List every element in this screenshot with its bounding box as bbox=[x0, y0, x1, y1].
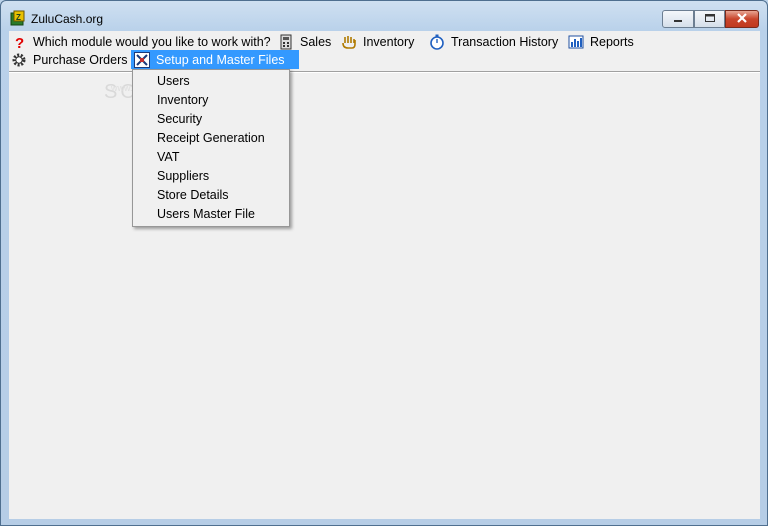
stopwatch-icon bbox=[429, 34, 445, 50]
maximize-icon bbox=[704, 12, 716, 26]
menu-item-purchase-orders[interactable]: Purchase Orders bbox=[11, 50, 127, 69]
menu-item-label: Which module would you like to work with… bbox=[33, 34, 271, 49]
menu-item-inventory[interactable]: Inventory bbox=[341, 32, 414, 51]
menu-item-label: Setup and Master Files bbox=[156, 52, 285, 67]
close-icon bbox=[736, 12, 748, 26]
question-icon: ? bbox=[11, 34, 27, 50]
menu-bar-divider-highlight bbox=[9, 72, 760, 73]
minimize-button[interactable] bbox=[662, 10, 694, 28]
menu-item-label: Inventory bbox=[363, 34, 415, 49]
dropdown-item-suppliers[interactable]: Suppliers bbox=[157, 167, 209, 186]
menu-item-which-module[interactable]: ? Which module would you like to work wi… bbox=[11, 32, 271, 51]
menu-item-label: Purchase Orders bbox=[33, 52, 128, 67]
dropdown-item-users-master-file[interactable]: Users Master File bbox=[157, 205, 255, 224]
minimize-icon bbox=[673, 12, 683, 26]
dropdown-item-security[interactable]: Security bbox=[157, 110, 202, 129]
chart-icon bbox=[568, 34, 584, 50]
dropdown-item-inventory[interactable]: Inventory bbox=[157, 91, 208, 110]
dropdown-item-store-details[interactable]: Store Details bbox=[157, 186, 229, 205]
title-bar[interactable]: Z ZuluCash.org bbox=[1, 1, 767, 31]
dropdown-item-receipt-generation[interactable]: Receipt Generation bbox=[157, 129, 265, 148]
gear-icon bbox=[11, 52, 27, 68]
menu-item-reports[interactable]: Reports bbox=[568, 32, 634, 51]
svg-text:Z: Z bbox=[16, 13, 21, 22]
hand-icon bbox=[341, 34, 357, 50]
app-logo-icon: Z bbox=[10, 10, 26, 26]
window-title: ZuluCash.org bbox=[31, 12, 104, 26]
menu-item-label: Reports bbox=[590, 34, 634, 49]
dropdown-item-users[interactable]: Users bbox=[157, 72, 190, 91]
menu-item-label: Transaction History bbox=[451, 34, 559, 49]
svg-text:?: ? bbox=[15, 35, 24, 50]
menu-item-setup-master-files[interactable]: Setup and Master Files bbox=[131, 50, 299, 69]
menu-item-label: Sales bbox=[300, 34, 332, 49]
setup-dropdown-menu: Users Inventory Security Receipt Generat… bbox=[132, 69, 290, 227]
close-button[interactable] bbox=[725, 10, 759, 28]
menu-item-transaction-history[interactable]: Transaction History bbox=[429, 32, 558, 51]
app-window: Z ZuluCash.org ? Which module would you … bbox=[0, 0, 768, 526]
client-area: ? Which module would you like to work wi… bbox=[9, 31, 760, 519]
calculator-icon bbox=[278, 34, 294, 50]
menu-bar: ? Which module would you like to work wi… bbox=[9, 31, 760, 71]
maximize-button[interactable] bbox=[694, 10, 725, 28]
dropdown-item-vat[interactable]: VAT bbox=[157, 148, 179, 167]
tools-icon bbox=[134, 51, 150, 68]
menu-item-sales[interactable]: Sales bbox=[278, 32, 331, 51]
